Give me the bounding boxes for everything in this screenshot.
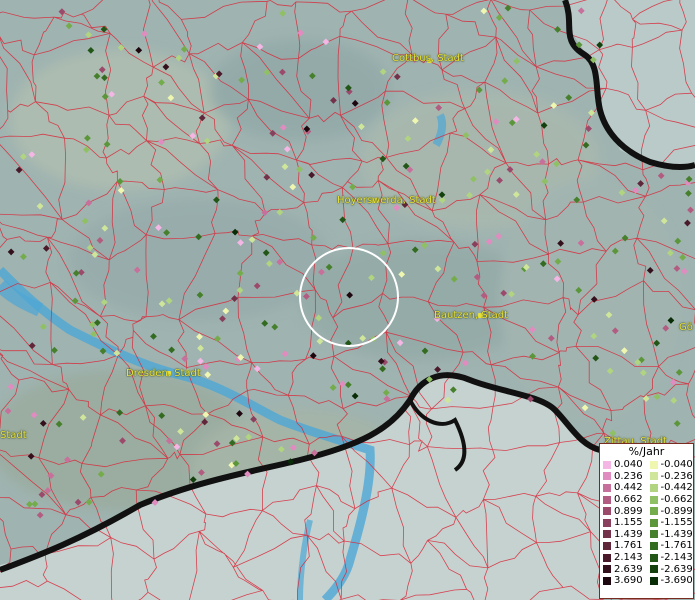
legend-value: 3.690 (614, 575, 643, 587)
legend-entry-positive: 3.690 (600, 575, 647, 586)
legend-entry-negative: -1.761 (647, 540, 694, 551)
city-label-partial-east: Gö (679, 322, 693, 333)
legend-value: -1.155 (660, 517, 693, 529)
legend-swatch (649, 460, 658, 469)
legend-swatch (603, 530, 611, 539)
legend-row: 0.662 -0.662 (600, 494, 693, 506)
legend-entry-positive: 1.439 (600, 529, 647, 540)
legend-swatch (649, 518, 658, 527)
legend-swatch (649, 483, 658, 492)
legend-entry-negative: -0.899 (647, 506, 694, 517)
legend-row: 1.761 -1.761 (600, 540, 693, 552)
legend-row: 0.040 -0.040 (600, 459, 693, 471)
legend-row: 1.439 -1.439 (600, 529, 693, 541)
city-label-dresden: Dresden, Stadt (126, 368, 201, 379)
legend-value: -1.761 (660, 540, 693, 552)
legend-row: 0.442 -0.442 (600, 482, 693, 494)
city-label-cottbus: Cottbus, Stadt (392, 53, 464, 64)
legend-entry-positive: 0.899 (600, 506, 647, 517)
legend-entry-negative: -0.662 (647, 494, 694, 505)
legend-swatch (603, 565, 611, 574)
legend-value: 1.439 (614, 528, 643, 540)
legend-swatch (603, 507, 611, 516)
legend-row: 0.899 -0.899 (600, 505, 693, 517)
legend-swatch (603, 541, 611, 550)
legend-value: 0.040 (614, 459, 643, 471)
legend-row: 2.143 -2.143 (600, 552, 693, 564)
legend-entry-positive: 0.236 (600, 471, 647, 482)
legend-entry-negative: -0.442 (647, 482, 694, 493)
legend-value: 0.442 (614, 482, 643, 494)
legend-value: 0.662 (614, 494, 643, 506)
legend-entry-negative: -0.236 (647, 471, 694, 482)
legend-swatch (603, 553, 611, 562)
legend-swatch (649, 565, 658, 574)
legend-value: -1.439 (660, 528, 693, 540)
legend-entry-positive: 0.442 (600, 482, 647, 493)
legend-entry-positive: 2.143 (600, 552, 647, 563)
legend-entry-negative: -2.639 (647, 564, 694, 575)
legend-swatch (603, 518, 611, 527)
legend-swatch (649, 541, 658, 550)
legend-row: 0.236 -0.236 (600, 471, 693, 483)
legend-value: 1.761 (614, 540, 643, 552)
legend-swatch (603, 483, 611, 492)
legend-value: 0.899 (614, 505, 643, 517)
legend-value: -0.662 (660, 494, 693, 506)
legend-swatch (649, 507, 658, 516)
legend: %/Jahr 0.040 -0.040 0.236 -0.236 0.442 -0.442… (599, 443, 694, 599)
legend-row: 3.690 -3.690 (600, 575, 693, 587)
city-label-bautzen: Bautzen, Stadt (434, 310, 509, 321)
legend-entry-negative: -1.439 (647, 529, 694, 540)
legend-row: 2.639 -2.639 (600, 563, 693, 575)
legend-entry-negative: -2.143 (647, 552, 694, 563)
city-label-partial-west: Stadt (0, 430, 27, 441)
legend-swatch (603, 576, 611, 585)
legend-entry-negative: -3.690 (647, 575, 694, 586)
legend-value: -0.040 (660, 459, 693, 471)
legend-value: -0.442 (660, 482, 693, 494)
legend-swatch (649, 472, 658, 481)
legend-entry-positive: 0.662 (600, 494, 647, 505)
city-label-hoyerswerda: Hoyerswerda, Stadt (337, 195, 436, 206)
legend-row: 1.155 -1.155 (600, 517, 693, 529)
selection-ring-icon[interactable] (0, 0, 695, 600)
legend-value: -0.899 (660, 505, 693, 517)
legend-swatch (649, 530, 658, 539)
legend-value: 2.639 (614, 563, 643, 575)
legend-value: -2.143 (660, 552, 693, 564)
legend-value: 0.236 (614, 470, 643, 482)
legend-value: -3.690 (660, 575, 693, 587)
legend-entry-positive: 2.639 (600, 564, 647, 575)
legend-swatch (603, 460, 611, 469)
legend-entry-positive: 0.040 (600, 459, 647, 470)
legend-rows: 0.040 -0.040 0.236 -0.236 0.442 -0.442 0.662 -0… (600, 459, 693, 587)
legend-swatch (649, 576, 658, 585)
legend-swatch (649, 553, 658, 562)
legend-swatch (603, 472, 611, 481)
legend-value: 2.143 (614, 552, 643, 564)
legend-value: -2.639 (660, 563, 693, 575)
legend-swatch (603, 495, 611, 504)
legend-value: 1.155 (614, 517, 643, 529)
legend-entry-negative: -0.040 (647, 459, 694, 470)
legend-entry-positive: 1.155 (600, 517, 647, 528)
legend-swatch (649, 495, 658, 504)
map-view[interactable]: Cottbus, Stadt Hoyerswerda, Stadt Bautze… (0, 0, 695, 600)
legend-entry-negative: -1.155 (647, 517, 694, 528)
legend-value: -0.236 (660, 470, 693, 482)
legend-title: %/Jahr (628, 445, 665, 458)
legend-entry-positive: 1.761 (600, 540, 647, 551)
